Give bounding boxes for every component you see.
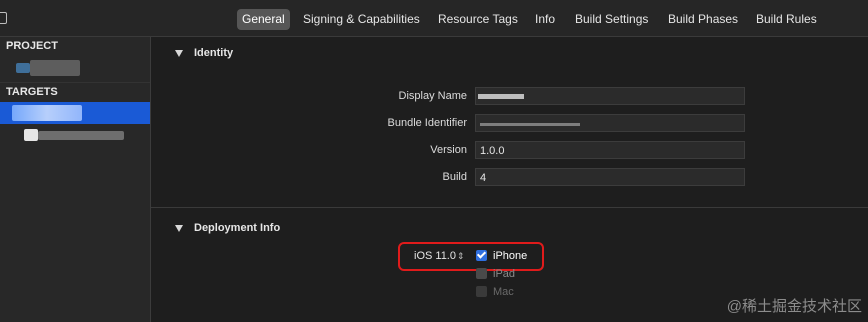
mac-checkbox[interactable] <box>476 286 487 297</box>
ipad-label: iPad <box>493 268 516 280</box>
tab-info[interactable]: Info <box>530 9 560 30</box>
project-targets-sidebar: PROJECT TARGETS <box>0 37 151 322</box>
display-name-label: Display Name <box>398 90 467 102</box>
disclosure-triangle-icon[interactable] <box>175 225 183 232</box>
watermark-text: @稀土掘金技术社区 <box>726 298 862 315</box>
tab-build-rules[interactable]: Build Rules <box>751 9 822 30</box>
mac-label: Mac <box>493 286 514 298</box>
tab-general[interactable]: General <box>237 9 290 30</box>
iphone-checkbox[interactable] <box>476 250 487 261</box>
identity-section-title: Identity <box>194 47 234 59</box>
ios-version-value: iOS 11.0 <box>414 250 456 262</box>
general-settings-panel: Identity Display Name Bundle Identifier … <box>151 37 868 322</box>
redacted-bundle-identifier <box>480 123 580 126</box>
sidebar-toggle-icon[interactable] <box>0 12 7 24</box>
bundle-identifier-field[interactable] <box>475 114 745 132</box>
ios-deployment-target-popup[interactable]: iOS 11.0⇕ <box>414 250 465 262</box>
redacted-project-name <box>30 60 80 76</box>
deployment-info-section-title: Deployment Info <box>194 222 281 234</box>
redacted-target-name-2 <box>38 131 124 140</box>
editor-tab-bar: General Signing & Capabilities Resource … <box>0 0 868 37</box>
iphone-label: iPhone <box>493 250 528 262</box>
targets-section-header: TARGETS <box>0 82 150 100</box>
target-icon <box>24 129 38 141</box>
project-section-header: PROJECT <box>6 40 58 52</box>
version-label: Version <box>430 144 467 156</box>
ipad-checkbox[interactable] <box>476 268 487 279</box>
build-field[interactable]: 4 <box>475 168 745 186</box>
section-divider <box>151 207 868 208</box>
display-name-field[interactable] <box>475 87 745 105</box>
tab-build-settings[interactable]: Build Settings <box>570 9 653 30</box>
disclosure-triangle-icon[interactable] <box>175 50 183 57</box>
version-field[interactable]: 1.0.0 <box>475 141 745 159</box>
target-item-selected[interactable] <box>0 102 150 124</box>
target-item[interactable] <box>0 125 150 145</box>
bundle-identifier-label: Bundle Identifier <box>387 117 468 129</box>
tab-build-phases[interactable]: Build Phases <box>663 9 743 30</box>
redacted-display-name <box>478 94 524 99</box>
build-label: Build <box>442 171 467 183</box>
redacted-target-name <box>12 105 82 121</box>
project-item[interactable] <box>0 57 150 79</box>
tab-resource-tags[interactable]: Resource Tags <box>433 9 523 30</box>
popup-chevron-icon: ⇕ <box>457 251 465 261</box>
tab-signing-capabilities[interactable]: Signing & Capabilities <box>298 9 425 30</box>
project-icon <box>16 63 30 73</box>
